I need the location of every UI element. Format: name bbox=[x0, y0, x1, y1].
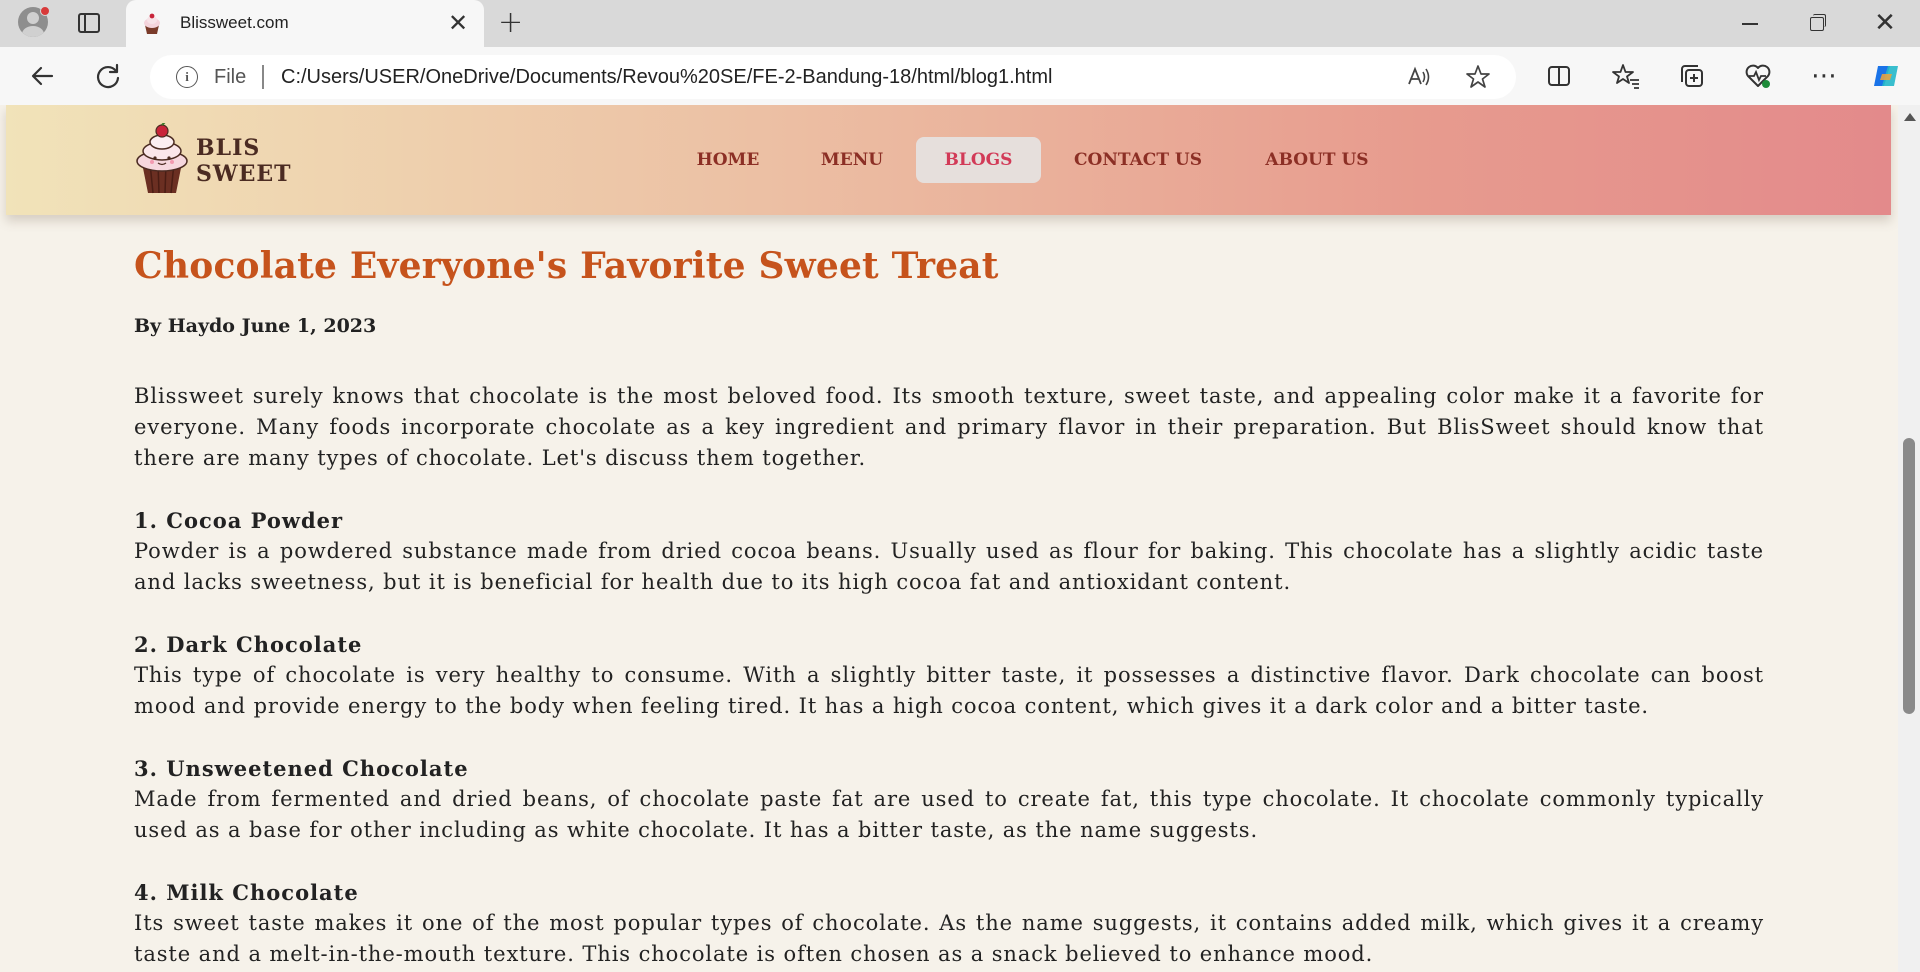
scroll-up-arrow-icon[interactable] bbox=[1904, 113, 1916, 121]
scrollbar-thumb[interactable] bbox=[1903, 438, 1915, 714]
tab-close-icon[interactable]: ✕ bbox=[448, 10, 468, 36]
address-url-text[interactable]: C:/Users/USER/OneDrive/Documents/Revou%2… bbox=[281, 66, 1052, 89]
section-body: Made from fermented and dried beans, of … bbox=[134, 787, 1764, 842]
address-bar[interactable]: i File C:/Users/USER/OneDrive/Documents/… bbox=[150, 55, 1516, 99]
tab-actions-icon[interactable] bbox=[78, 13, 100, 33]
nav-blogs[interactable]: BLOGS bbox=[916, 137, 1041, 183]
browser-titlebar: Blissweet.com ✕ + ✕ bbox=[0, 0, 1920, 47]
more-options-icon[interactable]: ⋯ bbox=[1808, 60, 1840, 92]
window-close-icon[interactable]: ✕ bbox=[1870, 10, 1900, 36]
article-intro: Blissweet surely knows that chocolate is… bbox=[134, 384, 1764, 470]
nav-about-us[interactable]: ABOUT US bbox=[1236, 137, 1398, 183]
section-heading: 2. Dark Chocolate bbox=[134, 632, 363, 657]
notification-dot-icon bbox=[40, 6, 50, 16]
nav-contact-us[interactable]: CONTACT US bbox=[1052, 137, 1224, 183]
section-body: Its sweet taste makes it one of the most… bbox=[134, 911, 1764, 966]
read-aloud-icon[interactable] bbox=[1404, 63, 1432, 91]
nav-menu[interactable]: MENU bbox=[798, 137, 906, 183]
favorites-icon[interactable] bbox=[1610, 60, 1642, 92]
site-info-icon[interactable]: i bbox=[176, 66, 198, 88]
section-body: Powder is a powdered substance made from… bbox=[134, 539, 1764, 594]
address-scheme-label: File bbox=[214, 66, 247, 88]
refresh-icon[interactable] bbox=[92, 60, 124, 92]
section-heading: 4. Milk Chocolate bbox=[134, 880, 359, 905]
article-title: Chocolate Everyone's Favorite Sweet Trea… bbox=[134, 245, 999, 287]
web-page: BLIS SWEET HOME MENU BLOGS CONTACT US AB… bbox=[0, 105, 1898, 972]
back-arrow-icon[interactable] bbox=[26, 60, 58, 92]
window-minimize-icon[interactable] bbox=[1734, 10, 1764, 36]
article-byline: By Haydo June 1, 2023 bbox=[134, 315, 377, 337]
page-scrollbar[interactable] bbox=[1898, 105, 1920, 972]
section-heading: 1. Cocoa Powder bbox=[134, 508, 344, 533]
main-navigation: HOME MENU BLOGS CONTACT US ABOUT US bbox=[6, 137, 1891, 183]
browser-tab-active[interactable]: Blissweet.com ✕ bbox=[126, 0, 484, 47]
window-restore-icon[interactable] bbox=[1801, 10, 1831, 36]
collections-icon[interactable] bbox=[1676, 60, 1708, 92]
new-tab-icon[interactable]: + bbox=[498, 7, 523, 39]
tab-title: Blissweet.com bbox=[180, 13, 289, 32]
site-header: BLIS SWEET HOME MENU BLOGS CONTACT US AB… bbox=[6, 105, 1891, 215]
favorite-star-icon[interactable] bbox=[1464, 63, 1492, 91]
cupcake-favicon-icon bbox=[144, 13, 160, 34]
copilot-icon[interactable] bbox=[1870, 60, 1902, 92]
section-heading: 3. Unsweetened Chocolate bbox=[134, 756, 469, 781]
address-divider bbox=[262, 65, 264, 89]
nav-home[interactable]: HOME bbox=[670, 137, 786, 183]
browser-essentials-icon[interactable] bbox=[1742, 60, 1774, 92]
section-body: This type of chocolate is very healthy t… bbox=[134, 663, 1764, 718]
split-screen-icon[interactable] bbox=[1543, 60, 1575, 92]
browser-toolbar: i File C:/Users/USER/OneDrive/Documents/… bbox=[0, 47, 1920, 105]
